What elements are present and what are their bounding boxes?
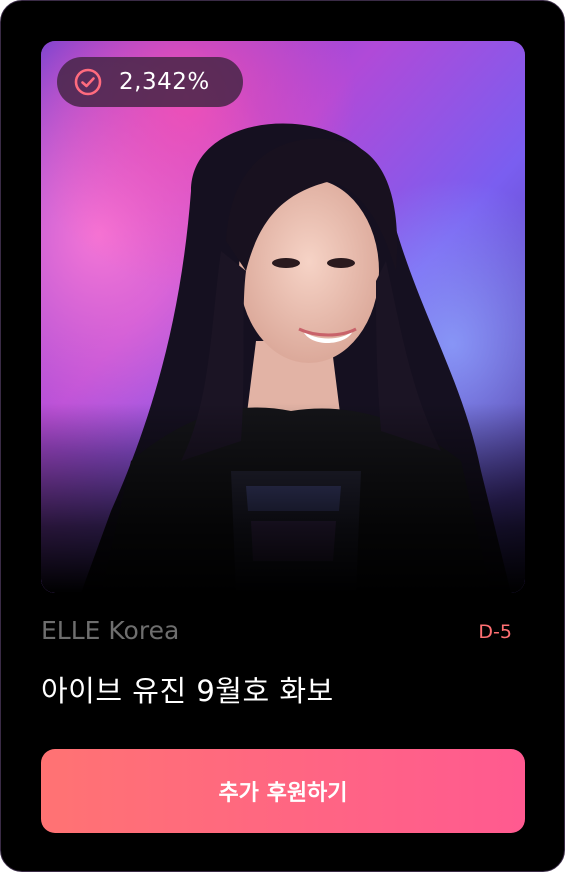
deadline-badge: D-5 <box>478 621 512 643</box>
brand-name: ELLE Korea <box>41 616 180 645</box>
cover-photo[interactable] <box>41 41 525 593</box>
photo-fade-overlay <box>41 403 525 593</box>
funding-card[interactable]: 2,342% ELLE Korea D-5 아이브 유진 9월호 화보 추가 후… <box>0 0 565 872</box>
achievement-badge: 2,342% <box>57 57 243 107</box>
funding-title: 아이브 유진 9월호 화보 <box>41 674 334 708</box>
achievement-percent: 2,342% <box>119 69 210 95</box>
additional-support-button[interactable]: 추가 후원하기 <box>41 749 525 833</box>
check-circle-icon <box>74 68 102 96</box>
